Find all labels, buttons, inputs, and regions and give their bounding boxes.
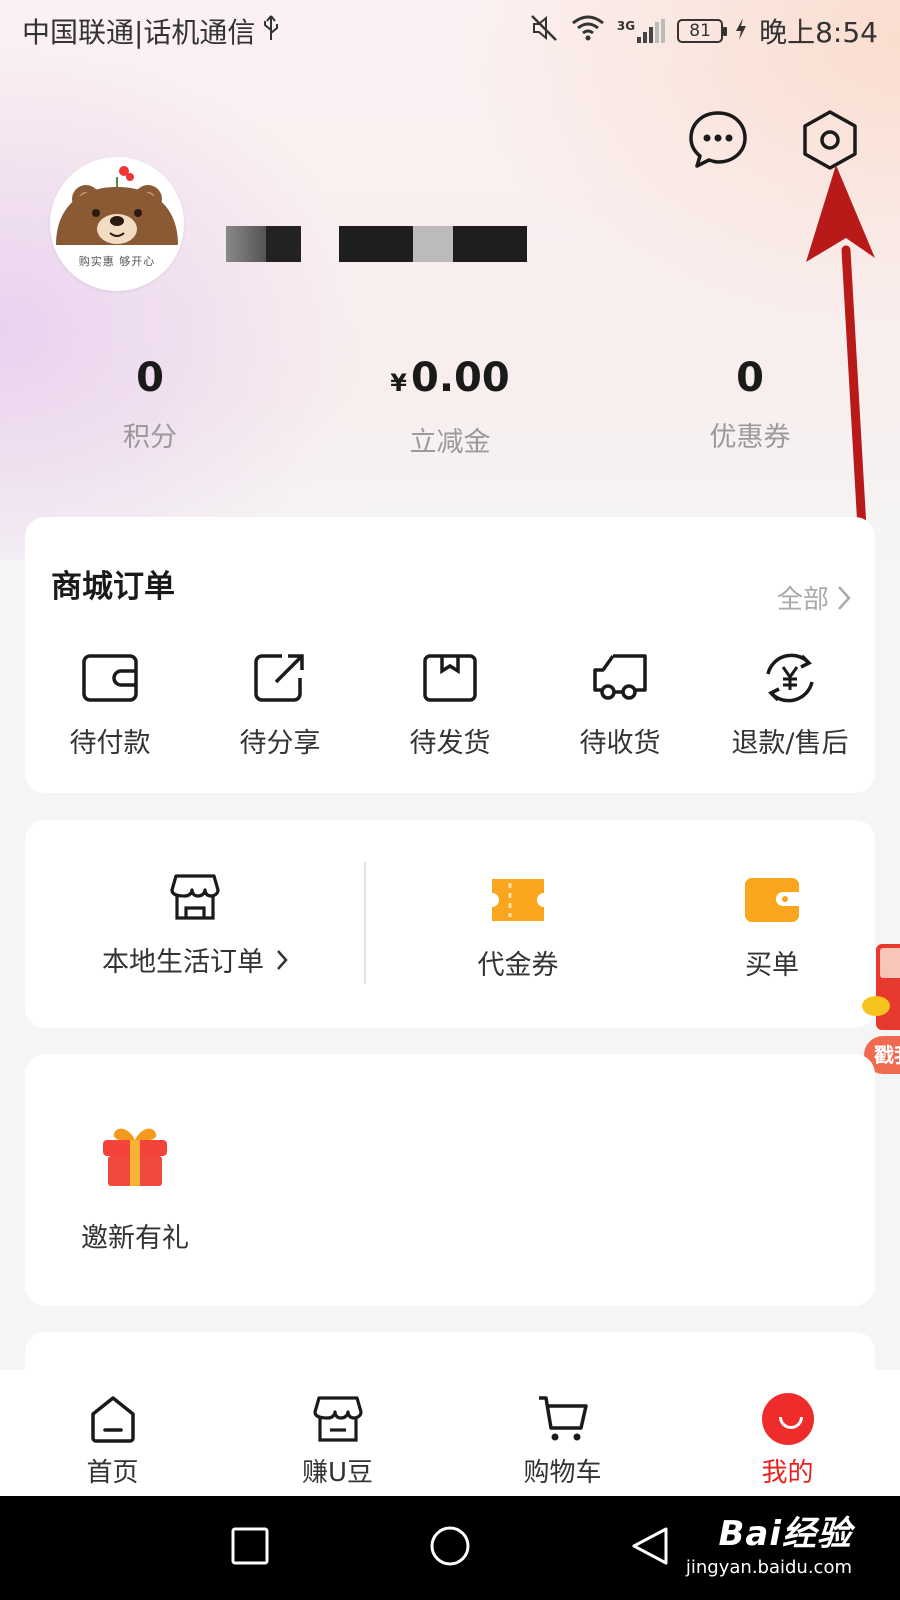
recent-apps-icon[interactable] <box>230 1526 270 1566</box>
bottom-tab-bar: 首页 赚U豆 购物车 我的 <box>0 1370 900 1496</box>
voucher-icon <box>492 879 544 921</box>
tab-home[interactable]: 首页 <box>0 1370 225 1496</box>
cellular-signal-icon: 3G <box>617 19 666 43</box>
instant-discount-stat[interactable]: ¥0.00 立减金 <box>350 355 550 459</box>
local-services-card: 本地生活订单 代金券 买单 <box>25 820 875 1028</box>
chat-bubble-icon <box>689 111 747 168</box>
share-icon <box>254 654 304 702</box>
points-stat[interactable]: 0 积分 <box>50 355 250 454</box>
mall-orders-title: 商城订单 <box>51 569 175 605</box>
invite-card: 邀新有礼 <box>25 1054 875 1306</box>
package-icon <box>423 654 477 702</box>
chevron-right-icon <box>277 949 288 970</box>
order-pending-shipment[interactable]: 待发货 <box>365 649 535 760</box>
floating-promo-widget[interactable]: 戳我 <box>854 938 900 1074</box>
storefront-icon <box>170 874 220 920</box>
me-icon <box>761 1393 814 1445</box>
gift-icon <box>103 1128 167 1186</box>
home-circle-icon[interactable] <box>428 1526 472 1570</box>
order-refund-aftersales[interactable]: 退款/售后 <box>705 649 875 760</box>
username-redacted <box>226 226 527 262</box>
wallet-icon <box>82 654 138 702</box>
account-stats: 0 积分 ¥0.00 立减金 0 优惠券 <box>0 355 900 465</box>
tab-cart[interactable]: 购物车 <box>450 1370 675 1496</box>
avatar[interactable]: 购实惠 够开心 <box>50 157 184 291</box>
battery-icon: 81 <box>677 19 728 43</box>
instant-discount-label: 立减金 <box>409 427 491 458</box>
settings-hexagon-icon <box>803 110 857 170</box>
pay-bill-button[interactable]: 买单 <box>682 875 862 982</box>
chevron-right-icon <box>838 585 851 610</box>
mall-orders-card: 商城订单 全部 待付款 待分享 待发货 待收货 退款/售后 <box>25 517 875 793</box>
red-envelope-icon <box>862 944 900 1030</box>
voucher-button[interactable]: 代金券 <box>428 875 608 982</box>
usb-icon <box>261 14 281 49</box>
settings-button[interactable] <box>798 108 862 172</box>
points-label: 积分 <box>123 422 177 453</box>
cart-icon <box>538 1396 588 1441</box>
view-all-orders-link[interactable]: 全部 <box>777 579 851 616</box>
baidu-jingyan-watermark: Bai经验 jingyan.baidu.com <box>685 1514 852 1578</box>
order-pending-receipt[interactable]: 待收货 <box>535 649 705 760</box>
message-button[interactable] <box>686 108 750 172</box>
coupons-stat[interactable]: 0 优惠券 <box>650 355 850 454</box>
truck-icon <box>593 654 647 700</box>
status-bar: 中国联通|话机通信 3G 81 晚上8:54 <box>0 0 900 62</box>
coupons-value: 0 <box>736 355 764 401</box>
carrier-text: 中国联通|话机通信 <box>22 16 256 49</box>
bear-mascot-icon <box>56 166 178 245</box>
shop-icon <box>312 1396 363 1442</box>
header-actions <box>686 108 862 172</box>
mute-icon <box>529 13 559 50</box>
currency-symbol: ¥ <box>390 369 407 397</box>
avatar-slogan: 购实惠 够开心 <box>78 255 156 268</box>
order-pending-payment[interactable]: 待付款 <box>25 649 195 760</box>
order-pending-share[interactable]: 待分享 <box>195 649 365 760</box>
points-value: 0 <box>136 355 164 401</box>
wifi-icon <box>571 14 605 49</box>
pay-bill-icon <box>745 878 799 922</box>
back-triangle-icon[interactable] <box>630 1526 670 1570</box>
instant-discount-value: ¥0.00 <box>390 355 510 401</box>
local-life-orders-link[interactable]: 本地生活订单 <box>25 820 365 1028</box>
refund-icon <box>766 653 814 703</box>
tab-me[interactable]: 我的 <box>675 1370 900 1496</box>
clock-text: 晚上8:54 <box>759 16 878 49</box>
system-navigation-bar: Bai经验 jingyan.baidu.com <box>0 1496 900 1600</box>
charging-icon <box>735 15 747 48</box>
tab-earn-u-beans[interactable]: 赚U豆 <box>225 1370 450 1496</box>
home-icon <box>90 1396 135 1443</box>
invite-new-users-button[interactable]: 邀新有礼 <box>65 1120 205 1255</box>
coupons-label: 优惠券 <box>709 422 791 453</box>
divider <box>364 862 366 984</box>
